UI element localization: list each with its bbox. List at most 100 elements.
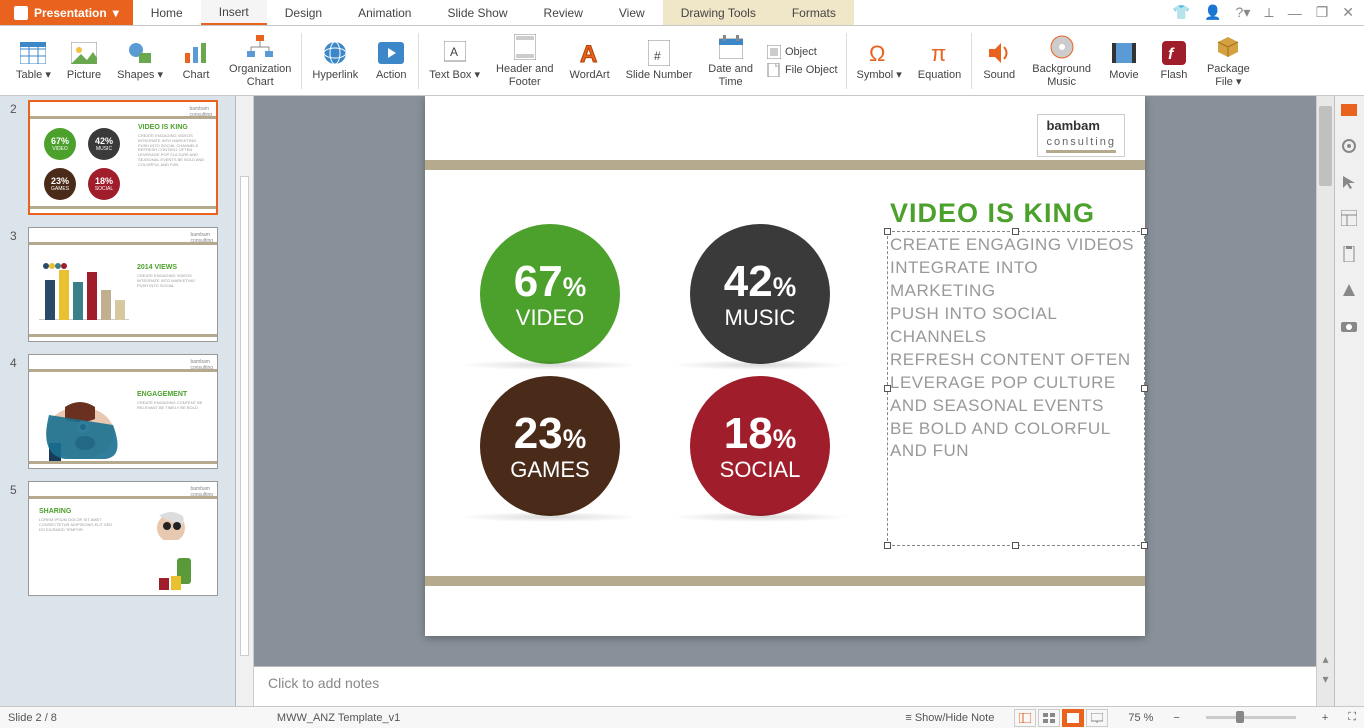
view-normal-button[interactable] bbox=[1014, 709, 1036, 727]
object-icon bbox=[767, 45, 781, 59]
resize-handle[interactable] bbox=[1012, 228, 1019, 235]
ribbon-separator bbox=[846, 33, 847, 89]
slide-title[interactable]: VIDEO IS KING bbox=[890, 198, 1095, 229]
ribbon-equation[interactable]: π Equation bbox=[910, 28, 969, 93]
ribbon-table[interactable]: Table ▾ bbox=[8, 28, 59, 93]
tab-formats[interactable]: Formats bbox=[774, 0, 854, 25]
resize-handle[interactable] bbox=[884, 228, 891, 235]
vertical-ruler bbox=[236, 96, 254, 706]
app-menu-button[interactable]: Presentation ▾ bbox=[0, 0, 133, 25]
resize-handle[interactable] bbox=[1141, 385, 1148, 392]
file-object-icon bbox=[767, 63, 781, 77]
task-shape-icon[interactable] bbox=[1341, 282, 1359, 300]
slide-thumb-4[interactable]: 4 bambamconsulting ENGAGEMENT CREATE ENG… bbox=[10, 354, 233, 469]
restore-button[interactable]: ❐ bbox=[1316, 4, 1329, 21]
flash-icon: f bbox=[1160, 39, 1188, 67]
ribbon-background-music[interactable]: Background Music bbox=[1024, 28, 1099, 93]
ribbon-package-file[interactable]: Package File ▾ bbox=[1199, 28, 1258, 93]
show-hide-note-button[interactable]: ≡ Show/Hide Note bbox=[905, 712, 994, 724]
view-reading-button[interactable] bbox=[1062, 709, 1084, 727]
ribbon-object[interactable]: Object bbox=[767, 45, 838, 59]
resize-handle[interactable] bbox=[1141, 542, 1148, 549]
stat-social[interactable]: 18% SOCIAL bbox=[690, 376, 830, 516]
ribbon-symbol[interactable]: Ω Symbol ▾ bbox=[849, 28, 910, 93]
notes-area[interactable]: Click to add notes bbox=[254, 666, 1316, 706]
resize-handle[interactable] bbox=[1141, 228, 1148, 235]
task-pane-strip bbox=[1334, 96, 1364, 706]
slide-thumb-3[interactable]: 3 bambamconsulting 2014 VIEWS CREATE ENG… bbox=[10, 227, 233, 342]
view-sorter-button[interactable] bbox=[1038, 709, 1060, 727]
tab-insert[interactable]: Insert bbox=[201, 0, 267, 25]
task-clipboard-icon[interactable] bbox=[1341, 246, 1359, 264]
fit-button[interactable]: ⛶ bbox=[1348, 711, 1356, 724]
help-icon[interactable]: ?▾ bbox=[1236, 4, 1251, 21]
ribbon-org-chart[interactable]: Organization Chart bbox=[221, 28, 299, 93]
slide-canvas[interactable]: bambam consulting VIDEO IS KING bbox=[425, 96, 1145, 636]
zoom-out-button[interactable]: − bbox=[1173, 712, 1179, 724]
ribbon-chart[interactable]: Chart bbox=[171, 28, 221, 93]
ribbon-slide-number[interactable]: # Slide Number bbox=[618, 28, 701, 93]
picture-icon bbox=[70, 39, 98, 67]
tab-view[interactable]: View bbox=[601, 0, 663, 25]
task-new-icon[interactable] bbox=[1341, 102, 1359, 120]
scrollbar-thumb[interactable] bbox=[1319, 106, 1332, 186]
symbol-icon: Ω bbox=[865, 39, 893, 67]
ribbon-shapes[interactable]: Shapes ▾ bbox=[109, 28, 171, 93]
ribbon-date-time[interactable]: Date and Time bbox=[700, 28, 761, 93]
tab-design[interactable]: Design bbox=[267, 0, 340, 25]
slide-body-text[interactable]: CREATE ENGAGING VIDEOS INTEGRATE INTO MA… bbox=[890, 234, 1142, 463]
task-layout-icon[interactable] bbox=[1341, 210, 1359, 228]
zoom-value[interactable]: 75 % bbox=[1128, 712, 1153, 724]
shapes-icon bbox=[126, 39, 154, 67]
prev-slide-button[interactable]: ▴ bbox=[1317, 652, 1334, 666]
ribbon-movie[interactable]: Movie bbox=[1099, 28, 1149, 93]
zoom-slider-knob[interactable] bbox=[1236, 711, 1244, 723]
tab-drawing-tools[interactable]: Drawing Tools bbox=[663, 0, 774, 25]
slide-text-box[interactable]: CREATE ENGAGING VIDEOS INTEGRATE INTO MA… bbox=[887, 231, 1145, 546]
chart-icon bbox=[182, 39, 210, 67]
stat-games[interactable]: 23% GAMES bbox=[480, 376, 620, 516]
edit-area: bambam consulting VIDEO IS KING bbox=[254, 96, 1316, 706]
resize-handle[interactable] bbox=[884, 385, 891, 392]
vertical-scrollbar[interactable]: ▴ ▾ bbox=[1316, 96, 1334, 706]
next-slide-button[interactable]: ▾ bbox=[1317, 672, 1334, 686]
ribbon-wordart[interactable]: A WordArt bbox=[562, 28, 618, 93]
action-icon bbox=[377, 39, 405, 67]
ribbon-flash[interactable]: f Flash bbox=[1149, 28, 1199, 93]
ribbon-sound[interactable]: Sound bbox=[974, 28, 1024, 93]
close-button[interactable]: ✕ bbox=[1342, 4, 1354, 21]
pin-icon[interactable]: ⟂ bbox=[1264, 4, 1273, 21]
status-bar: Slide 2 / 8 MWW_ANZ Template_v1 ≡ Show/H… bbox=[0, 706, 1364, 728]
slide-band-bottom bbox=[425, 576, 1145, 586]
tab-home[interactable]: Home bbox=[133, 0, 201, 25]
slide-panel[interactable]: 2 bambamconsulting VIDEO IS KING CREATE … bbox=[0, 96, 236, 706]
canvas-zone[interactable]: bambam consulting VIDEO IS KING bbox=[254, 96, 1316, 666]
minimize-button[interactable]: — bbox=[1288, 5, 1302, 21]
view-slideshow-button[interactable] bbox=[1086, 709, 1108, 727]
zoom-in-button[interactable]: + bbox=[1322, 712, 1328, 724]
music-icon bbox=[1048, 33, 1076, 61]
tab-animation[interactable]: Animation bbox=[340, 0, 429, 25]
ribbon-separator bbox=[301, 33, 302, 89]
task-style-icon[interactable] bbox=[1341, 138, 1359, 156]
tab-review[interactable]: Review bbox=[526, 0, 601, 25]
resize-handle[interactable] bbox=[1012, 542, 1019, 549]
ribbon-action[interactable]: Action bbox=[366, 28, 416, 93]
stat-video[interactable]: 67% VIDEO bbox=[480, 224, 620, 364]
ribbon-file-object[interactable]: File Object bbox=[767, 63, 838, 77]
hyperlink-icon bbox=[321, 39, 349, 67]
resize-handle[interactable] bbox=[884, 542, 891, 549]
tab-slide-show[interactable]: Slide Show bbox=[429, 0, 525, 25]
task-camera-icon[interactable] bbox=[1341, 318, 1359, 336]
zoom-slider[interactable] bbox=[1206, 716, 1296, 719]
ribbon-picture[interactable]: Picture bbox=[59, 28, 109, 93]
shirt-icon[interactable]: 👕 bbox=[1173, 4, 1190, 21]
task-select-icon[interactable] bbox=[1341, 174, 1359, 192]
slide-thumb-5[interactable]: 5 bambamconsulting SHARING LOREM IPSUM D… bbox=[10, 481, 233, 596]
stat-music[interactable]: 42% MUSIC bbox=[690, 224, 830, 364]
ribbon-hyperlink[interactable]: Hyperlink bbox=[304, 28, 366, 93]
ribbon-text-box[interactable]: A Text Box ▾ bbox=[421, 28, 488, 93]
slide-thumb-2[interactable]: 2 bambamconsulting VIDEO IS KING CREATE … bbox=[10, 100, 233, 215]
user-icon[interactable]: 👤 bbox=[1204, 4, 1221, 21]
ribbon-header-footer[interactable]: Header and Footer bbox=[488, 28, 562, 93]
